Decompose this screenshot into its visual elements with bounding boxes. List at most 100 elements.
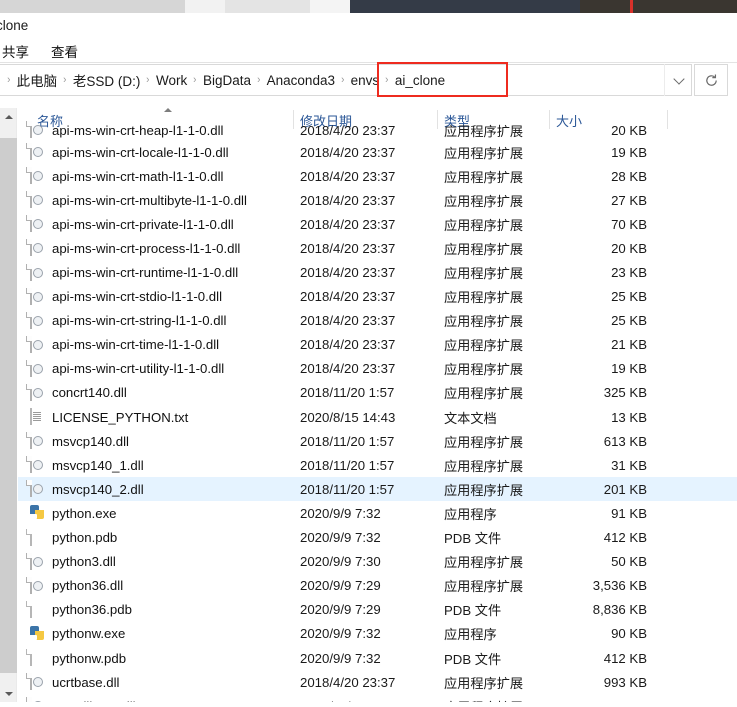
address-dropdown-button[interactable] xyxy=(664,64,692,96)
file-type-cell: PDB 文件 xyxy=(444,651,502,667)
file-name-cell: api-ms-win-crt-string-l1-1-0.dll xyxy=(30,311,226,329)
table-row[interactable]: pythonw.pdb 2020/9/9 7:32 PDB 文件 412 KB xyxy=(18,646,737,670)
file-size-cell: 27 KB xyxy=(611,192,647,208)
file-size-cell: 613 KB xyxy=(603,433,647,449)
file-name-text: api-ms-win-crt-private-l1-1-0.dll xyxy=(52,216,234,232)
file-type-cell: 应用程序 xyxy=(444,506,497,522)
breadcrumb-item-老SSD (D:)[interactable]: 老SSD (D:) xyxy=(68,68,146,92)
file-name-cell: LICENSE_PYTHON.txt xyxy=(30,408,189,426)
file-type-cell: 应用程序扩展 xyxy=(444,362,524,378)
file-name-text: api-ms-win-crt-time-l1-1-0.dll xyxy=(52,337,220,353)
breadcrumb-item-BigData[interactable]: BigData xyxy=(198,71,256,90)
file-type-cell: 应用程序扩展 xyxy=(444,169,524,185)
file-name-cell: msvcp140_1.dll xyxy=(30,456,144,474)
table-row[interactable]: api-ms-win-crt-math-l1-1-0.dll 2018/4/20 … xyxy=(18,164,737,188)
file-type-cell: 应用程序扩展 xyxy=(444,338,524,354)
bg-segment-a xyxy=(0,0,185,13)
table-row[interactable]: api-ms-win-crt-runtime-l1-1-0.dll 2018/4/… xyxy=(18,260,737,284)
scrollbar-thumb[interactable] xyxy=(0,138,17,673)
file-name-text: api-ms-win-crt-locale-l1-1-0.dll xyxy=(52,144,229,160)
tab-share[interactable]: 共享 xyxy=(0,39,33,63)
table-row[interactable]: msvcp140_2.dll 2018/11/20 1:57 应用程序扩展 201 K… xyxy=(18,477,737,502)
table-row[interactable]: python.exe 2020/9/9 7:32 应用程序 91 KB xyxy=(18,501,737,525)
dll-icon xyxy=(30,239,45,257)
file-type-cell: 应用程序扩展 xyxy=(444,266,524,282)
file-type-cell: 应用程序扩展 xyxy=(444,434,524,450)
page-icon xyxy=(30,600,45,618)
table-row[interactable]: python3.dll 2020/9/9 7:30 应用程序扩展 50 KB xyxy=(18,550,737,574)
vertical-scrollbar[interactable] xyxy=(0,108,17,702)
file-name-cell: api-ms-win-crt-process-l1-1-0.dll xyxy=(30,239,240,257)
file-name-text: LICENSE_PYTHON.txt xyxy=(52,409,189,425)
table-row[interactable]: concrt140.dll 2018/11/20 1:57 应用程序扩展 325 KB xyxy=(18,381,737,405)
table-row[interactable]: api-ms-win-crt-utility-l1-1-0.dll 2018/4/… xyxy=(18,357,737,381)
file-list[interactable]: api-ms-win-crt-heap-l1-1-0.dll 2018/4/20 … xyxy=(18,120,737,702)
file-type-cell: 应用程序扩展 xyxy=(444,145,524,161)
breadcrumb-separator: › xyxy=(146,74,150,86)
file-date-cell: 2020/9/9 7:29 xyxy=(300,602,381,618)
table-row[interactable]: python36.pdb 2020/9/9 7:29 PDB 文件 8,836 KB xyxy=(18,598,737,622)
table-row[interactable]: msvcp140_1.dll 2018/11/20 1:57 应用程序扩展 31 KB xyxy=(18,453,737,477)
file-name-text: msvcp140_2.dll xyxy=(52,481,144,497)
table-row[interactable]: api-ms-win-crt-stdio-l1-1-0.dll 2018/4/20… xyxy=(18,285,737,309)
file-name-text: api-ms-win-crt-utility-l1-1-0.dll xyxy=(52,361,225,377)
file-date-cell: 2018/4/20 23:37 xyxy=(300,192,396,208)
file-name-cell: python36.dll xyxy=(30,576,123,594)
table-row[interactable]: pythonw.exe 2020/9/9 7:32 应用程序 90 KB xyxy=(18,622,737,646)
dll-icon xyxy=(30,552,45,570)
breadcrumb-item-Work[interactable]: Work xyxy=(151,71,192,90)
file-date-cell: 2018/11/20 1:57 xyxy=(300,433,395,449)
table-row[interactable]: api-ms-win-crt-locale-l1-1-0.dll 2018/4/2… xyxy=(18,140,737,164)
table-row[interactable]: api-ms-win-crt-time-l1-1-0.dll 2018/4/20 … xyxy=(18,333,737,357)
ribbon-tab-bar: 共享 查看 xyxy=(0,36,737,62)
file-name-text: api-ms-win-crt-runtime-l1-1-0.dll xyxy=(52,265,239,281)
breadcrumb-item-envs[interactable]: envs xyxy=(346,71,385,90)
file-name-cell: api-ms-win-crt-stdio-l1-1-0.dll xyxy=(30,287,222,305)
file-size-cell: 25 KB xyxy=(611,313,647,329)
file-size-cell: 358 KB xyxy=(549,699,647,702)
breadcrumb-item-Anaconda3[interactable]: Anaconda3 xyxy=(262,71,340,90)
scroll-down-arrow[interactable] xyxy=(0,685,17,702)
breadcrumb-separator: › xyxy=(385,74,389,86)
file-date-cell: 2018/4/20 23:37 xyxy=(300,361,396,377)
breadcrumb-separator: › xyxy=(193,74,197,86)
file-type-cell: PDB 文件 xyxy=(444,603,502,619)
file-type-cell: PDB 文件 xyxy=(444,531,502,547)
dll-icon xyxy=(30,383,45,401)
table-row[interactable]: api-ms-win-crt-process-l1-1-0.dll 2018/4/… xyxy=(18,236,737,260)
table-row[interactable]: api-ms-win-crt-multibyte-l1-1-0.dll 2018/… xyxy=(18,188,737,212)
explorer-window: clone 共享 查看 ›此电脑›老SSD (D:)›Work›BigData›… xyxy=(0,0,737,707)
dll-icon xyxy=(30,287,45,305)
table-row[interactable]: python36.dll 2020/9/9 7:29 应用程序扩展 3,536 KB xyxy=(18,574,737,598)
file-name-cell: api-ms-win-crt-multibyte-l1-1-0.dll xyxy=(30,191,247,209)
file-size-cell: 28 KB xyxy=(611,168,647,184)
breadcrumb[interactable]: › 此电脑 › 老SSD (D:) › Work › BigData › Anaconda3 › en… xyxy=(0,64,692,96)
table-row[interactable]: python.pdb 2020/9/9 7:32 PDB 文件 412 KB xyxy=(18,526,737,550)
table-row[interactable]: LICENSE_PYTHON.txt 2020/8/15 14:43 文本文档 13 … xyxy=(18,405,737,429)
table-row[interactable]: vccorlib140.dll 2018/11/20 1:57 应用程序扩展 358 … xyxy=(18,694,737,702)
table-row[interactable]: msvcp140.dll 2018/11/20 1:57 应用程序扩展 613 KB xyxy=(18,429,737,453)
file-type-cell: 应用程序扩展 xyxy=(444,123,524,139)
file-name-text: msvcp140_1.dll xyxy=(52,457,144,473)
file-name-text: python.pdb xyxy=(52,530,118,546)
file-name-cell: vccorlib140.dll xyxy=(30,697,136,702)
refresh-button[interactable] xyxy=(694,64,728,96)
caret-up-icon xyxy=(4,114,13,119)
table-row[interactable]: api-ms-win-crt-heap-l1-1-0.dll 2018/4/20 … xyxy=(18,120,737,140)
page-icon xyxy=(30,649,45,667)
address-bar: › 此电脑 › 老SSD (D:) › Work › BigData › Anaconda3 › en… xyxy=(0,63,737,97)
file-size-cell: 13 KB xyxy=(611,409,647,425)
dll-icon xyxy=(30,311,45,329)
scroll-up-arrow[interactable] xyxy=(0,108,17,125)
breadcrumb-item-ai_clone[interactable]: ai_clone xyxy=(390,71,450,90)
file-date-cell: 2018/4/20 23:37 xyxy=(300,313,396,329)
table-row[interactable]: ucrtbase.dll 2018/4/20 23:37 应用程序扩展 993 KB xyxy=(18,670,737,694)
tab-view[interactable]: 查看 xyxy=(47,39,82,63)
breadcrumb-item-此电脑[interactable]: 此电脑 xyxy=(12,68,63,92)
table-row[interactable]: api-ms-win-crt-private-l1-1-0.dll 2018/4/… xyxy=(18,212,737,236)
table-row[interactable]: api-ms-win-crt-string-l1-1-0.dll 2018/4/2… xyxy=(18,309,737,333)
file-size-cell: 90 KB xyxy=(611,626,647,642)
file-name-cell: api-ms-win-crt-time-l1-1-0.dll xyxy=(30,335,220,353)
bg-segment-g xyxy=(580,0,737,13)
dll-icon xyxy=(30,576,45,594)
